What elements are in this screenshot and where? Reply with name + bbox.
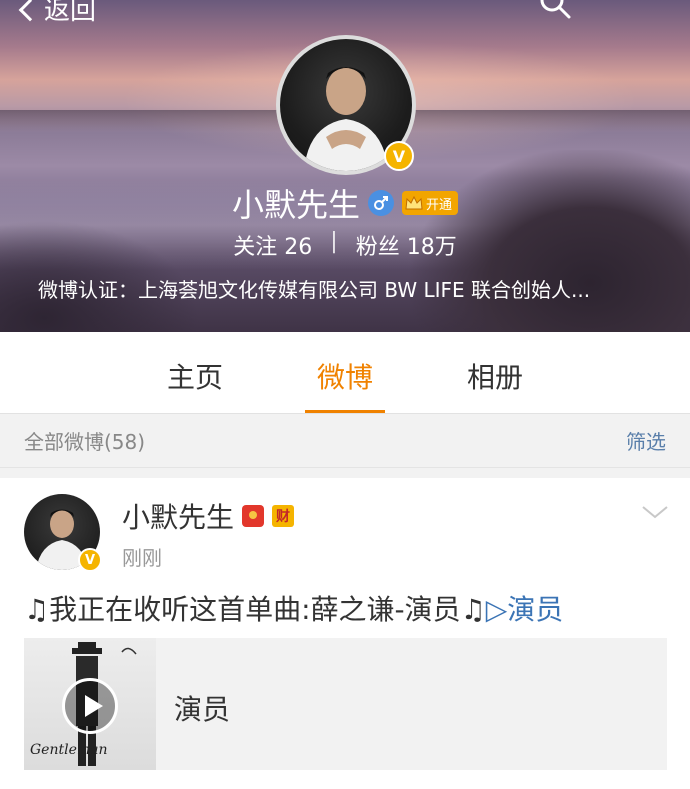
album-signature: Gentleman	[30, 742, 108, 758]
tab-weibo[interactable]: 微博	[305, 332, 385, 413]
music-title: 演员	[174, 693, 231, 726]
music-card[interactable]: Gentleman 演员	[24, 638, 667, 770]
tab-home[interactable]: 主页	[159, 332, 231, 413]
post-avatar[interactable]: V	[24, 494, 102, 572]
chevron-down-icon[interactable]	[640, 504, 670, 520]
post-text: ♫我正在收听这首单曲:薛之谦-演员♫▷演员	[24, 588, 563, 628]
red-envelope-icon	[242, 505, 265, 527]
filter-bar: 全部微博(58) 筛选	[0, 414, 690, 468]
filter-button[interactable]: 筛选	[626, 426, 666, 455]
song-link[interactable]: ▷演员	[486, 593, 564, 626]
post-verified-icon: V	[78, 548, 102, 572]
profile-stats: 关注 26 | 粉丝 18万	[0, 229, 690, 261]
play-icon[interactable]	[62, 678, 118, 734]
followers-stat[interactable]: 粉丝 18万	[356, 229, 457, 261]
stats-separator: |	[330, 229, 338, 254]
post-card: V 小默先生 财 刚刚 ♫我正在收听这首单曲:薛之谦-演员♫▷演员 Gentle…	[0, 478, 690, 789]
tab-album[interactable]: 相册	[459, 332, 531, 413]
followers-count: 18万	[406, 235, 457, 260]
verified-v-icon: V	[384, 141, 414, 171]
back-button[interactable]: 返回	[18, 0, 97, 27]
male-gender-icon	[368, 190, 394, 216]
followers-label: 粉丝	[355, 235, 400, 260]
vip-label: 开通	[426, 197, 453, 213]
post-text-body: ♫我正在收听这首单曲:薛之谦-演员♫	[24, 593, 486, 626]
cai-badge: 财	[272, 505, 295, 527]
post-time: 刚刚	[122, 546, 162, 570]
profile-tabs: 主页 微博 相册	[0, 332, 690, 414]
profile-avatar[interactable]: V	[276, 35, 416, 175]
verification-text: 微博认证：上海荟旭文化传媒有限公司 BW LIFE 联合创始人...	[38, 278, 591, 302]
crown-icon	[405, 195, 423, 210]
following-count: 26	[284, 235, 313, 260]
profile-banner: 返回 V 小默先生 开通 关注 26 | 粉丝 18万 微博认证：上海荟旭文化传…	[0, 0, 690, 332]
back-chevron-icon	[18, 0, 42, 21]
profile-name: 小默先生	[231, 186, 360, 224]
following-stat[interactable]: 关注 26	[233, 229, 312, 261]
post-author-row: 小默先生 财	[122, 496, 295, 536]
search-icon[interactable]	[538, 0, 572, 20]
following-label: 关注	[233, 235, 278, 260]
album-cover: Gentleman	[24, 638, 156, 770]
post-count: 全部微博(58)	[24, 430, 146, 454]
vip-badge[interactable]: 开通	[402, 191, 459, 215]
profile-name-row: 小默先生 开通	[0, 180, 690, 226]
back-label: 返回	[44, 0, 97, 26]
post-author[interactable]: 小默先生	[122, 496, 234, 536]
